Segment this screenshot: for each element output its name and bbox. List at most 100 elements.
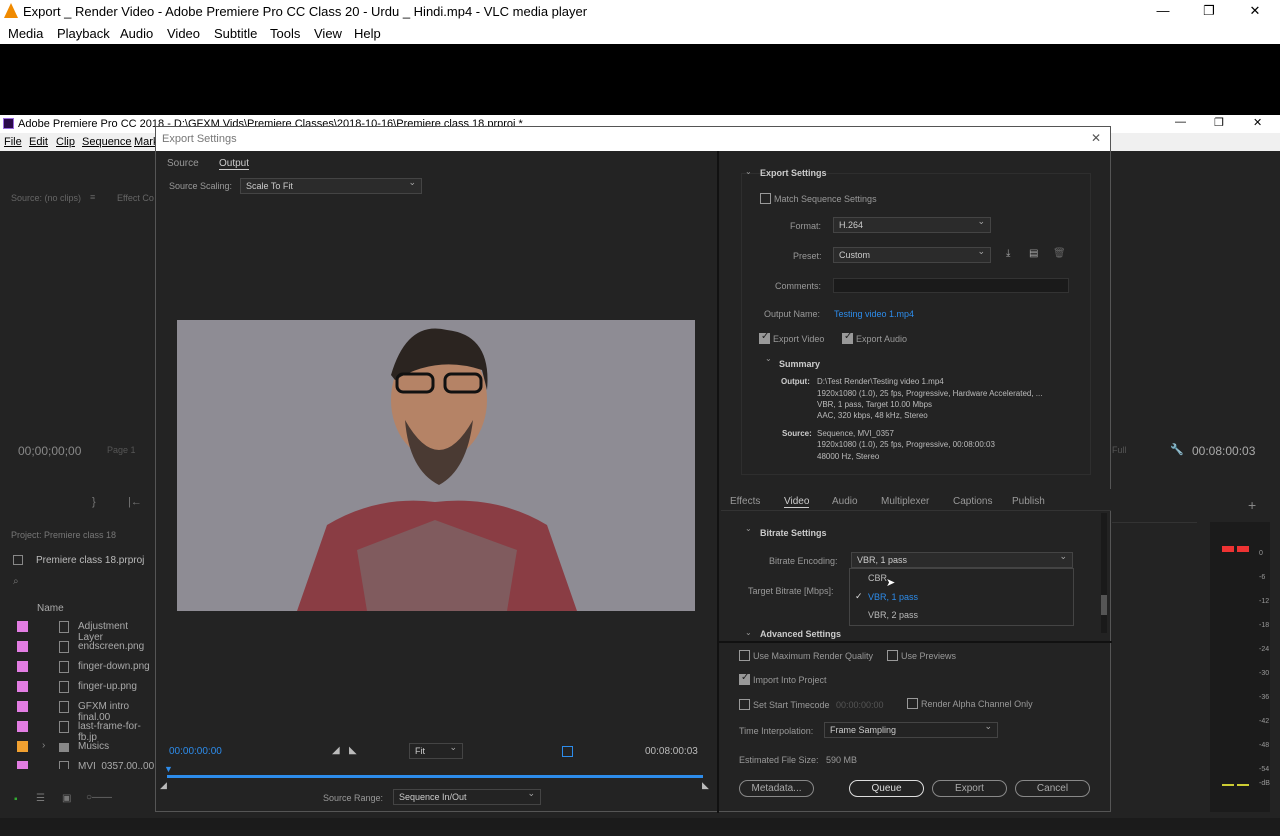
time-interpolation-select[interactable]: Frame Sampling <box>824 721 998 738</box>
pmenu-sequence[interactable]: Sequence <box>82 136 132 148</box>
source-range-select[interactable]: Sequence In/Out <box>393 788 541 805</box>
cancel-button[interactable]: Cancel <box>1015 780 1090 797</box>
source-panel-tab[interactable]: Source: (no clips) <box>11 193 81 203</box>
settings-scrollbar[interactable] <box>1101 513 1107 633</box>
list-item[interactable]: › Musics <box>0 737 155 757</box>
full-label[interactable]: Full <box>1112 445 1127 455</box>
use-previews-checkbox[interactable] <box>887 650 898 661</box>
minimize-icon[interactable]: — <box>1150 2 1176 20</box>
max-render-checkbox[interactable] <box>739 650 750 661</box>
aspect-toggle-icon[interactable] <box>562 746 573 757</box>
list-item[interactable]: finger-up.png <box>0 677 155 697</box>
premiere-restore-icon[interactable]: ❐ <box>1214 116 1224 129</box>
menu-media[interactable]: Media <box>8 26 43 41</box>
list-item[interactable]: endscreen.png <box>0 637 155 657</box>
zoom-slider[interactable]: ○—— <box>86 792 112 803</box>
lock-icon[interactable]: ▪ <box>14 794 18 805</box>
option-vbr-2-pass[interactable]: VBR, 2 pass <box>868 610 918 620</box>
set-out-point-icon[interactable]: ◣ <box>349 745 357 756</box>
use-previews-label: Use Previews <box>901 651 957 661</box>
pmenu-file[interactable]: File <box>4 136 22 148</box>
project-tab[interactable]: Project: Premiere class 18 <box>11 530 116 540</box>
summary-output-line: D:\Test Render\Testing video 1.mp4 <box>817 377 944 386</box>
list-item[interactable]: last-frame-for-fb.jp <box>0 717 155 743</box>
name-column-header[interactable]: Name <box>37 603 64 614</box>
restore-icon[interactable]: ❐ <box>1196 2 1222 20</box>
list-item[interactable]: GFXM intro final.00 <box>0 697 155 723</box>
goto-in-icon[interactable]: |← <box>128 496 142 508</box>
meter-label: -42 <box>1259 718 1270 725</box>
output-name-link[interactable]: Testing video 1.mp4 <box>834 309 914 319</box>
vlc-window-title: Export _ Render Video - Adobe Premiere P… <box>23 4 588 19</box>
collapse-icon[interactable]: ⌄ <box>745 167 752 176</box>
page-label[interactable]: Page 1 <box>107 445 136 455</box>
export-video-checkbox[interactable] <box>759 331 770 344</box>
chevron-right-icon[interactable]: › <box>42 740 45 751</box>
add-icon[interactable]: + <box>1248 497 1256 513</box>
delete-preset-icon[interactable]: 🗑 <box>1053 248 1066 259</box>
list-item[interactable]: MVI_0357.00..00 <box>0 757 155 769</box>
dialog-close-icon[interactable]: ✕ <box>1091 131 1101 145</box>
tab-publish[interactable]: Publish <box>1012 496 1045 507</box>
menu-help[interactable]: Help <box>354 26 381 41</box>
close-icon[interactable]: ✕ <box>1242 2 1268 20</box>
set-in-point-icon[interactable]: ◢ <box>332 745 340 756</box>
menu-playback[interactable]: Playback <box>57 26 110 41</box>
option-vbr-1-pass[interactable]: VBR, 1 pass <box>868 592 918 602</box>
advanced-collapse-icon[interactable]: ⌄ <box>745 628 752 637</box>
tab-effects[interactable]: Effects <box>730 496 760 507</box>
set-start-timecode-checkbox[interactable] <box>739 699 750 710</box>
tab-audio[interactable]: Audio <box>832 496 858 507</box>
pmenu-clip[interactable]: Clip <box>56 136 75 148</box>
queue-button[interactable]: Queue <box>849 780 924 797</box>
list-item[interactable]: Adjustment Layer <box>0 617 155 643</box>
effect-controls-tab[interactable]: Effect Co <box>117 193 154 203</box>
bitrate-collapse-icon[interactable]: ⌄ <box>745 524 752 533</box>
menu-view[interactable]: View <box>314 26 342 41</box>
tab-multiplexer[interactable]: Multiplexer <box>881 496 929 507</box>
icon-view-icon[interactable]: ▣ <box>62 793 71 804</box>
option-cbr[interactable]: CBR <box>868 573 887 583</box>
summary-header: Summary <box>779 359 821 369</box>
tab-captions[interactable]: Captions <box>953 496 992 507</box>
import-project-checkbox[interactable] <box>739 672 750 685</box>
comments-field[interactable] <box>833 278 1069 293</box>
zoom-fit-select[interactable]: Fit <box>409 742 463 759</box>
match-sequence-checkbox[interactable] <box>760 193 771 204</box>
menu-tools[interactable]: Tools <box>270 26 300 41</box>
source-range-label: Source Range: <box>323 793 384 803</box>
list-item[interactable]: finger-down.png <box>0 657 155 677</box>
bitrate-encoding-select[interactable]: VBR, 1 pass <box>851 551 1073 568</box>
vlc-cone-icon <box>4 3 18 18</box>
premiere-minimize-icon[interactable]: — <box>1175 116 1186 128</box>
tab-output[interactable]: Output <box>219 158 250 170</box>
export-audio-checkbox[interactable] <box>842 331 853 344</box>
out-marker-icon[interactable]: ◣ <box>702 780 709 791</box>
format-select[interactable]: H.264 <box>833 216 991 233</box>
export-button[interactable]: Export <box>932 780 1007 797</box>
import-preset-icon[interactable]: ▤ <box>1029 248 1038 259</box>
save-preset-icon[interactable]: ⤓ <box>1006 248 1010 259</box>
playhead-icon[interactable]: ▼ <box>164 764 173 774</box>
in-marker-icon[interactable]: ◢ <box>160 780 167 791</box>
tab-source[interactable]: Source <box>167 158 199 169</box>
panel-menu-icon[interactable]: ≡ <box>90 192 95 202</box>
search-icon[interactable]: ⌕ <box>13 576 19 587</box>
premiere-close-icon[interactable]: ✕ <box>1253 116 1262 129</box>
menu-subtitle[interactable]: Subtitle <box>214 26 257 41</box>
start-timecode-field[interactable]: 00:00:00:00 <box>836 700 884 710</box>
current-timecode[interactable]: 00:00:00:00 <box>169 746 222 757</box>
menu-video[interactable]: Video <box>167 26 200 41</box>
summary-collapse-icon[interactable]: ⌄ <box>765 354 772 363</box>
preset-select[interactable]: Custom <box>833 246 991 263</box>
list-view-icon[interactable]: ☰ <box>36 793 45 804</box>
render-alpha-checkbox[interactable] <box>907 698 918 709</box>
timeline-bar[interactable] <box>167 775 703 778</box>
pmenu-edit[interactable]: Edit <box>29 136 48 148</box>
marker-icon[interactable]: } <box>92 496 96 508</box>
menu-audio[interactable]: Audio <box>120 26 153 41</box>
metadata-button[interactable]: Metadata... <box>739 780 814 797</box>
tab-video[interactable]: Video <box>784 496 810 508</box>
source-scaling-select[interactable]: Scale To Fit <box>240 177 422 194</box>
wrench-icon[interactable]: 🔧 <box>1170 443 1184 456</box>
